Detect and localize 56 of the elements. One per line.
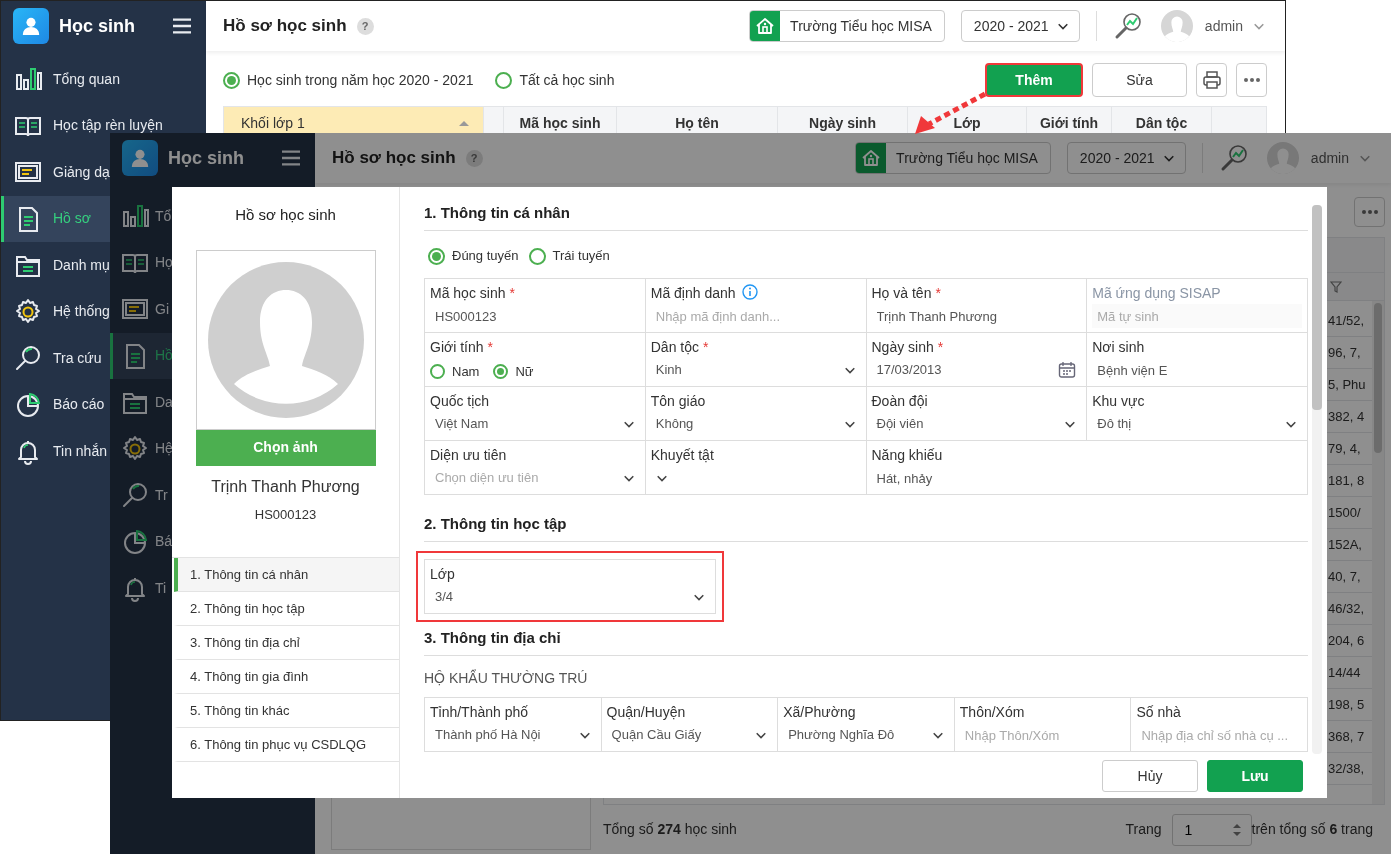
section-title: 3. Thông tin địa chỉ <box>424 628 1308 656</box>
app-title: Học sinh <box>168 146 244 170</box>
table-cell-text: 204, 6 <box>1328 631 1366 650</box>
student-name: Trịnh Thanh Phương <box>211 476 360 497</box>
field-label: Giới tính <box>430 339 484 355</box>
table-cell-text: 79, 4, <box>1328 439 1362 458</box>
field-label: Diện ưu tiên <box>430 447 507 463</box>
required-mark: * <box>487 339 493 355</box>
field-label: Đoàn đội <box>871 393 928 409</box>
field-label: Quốc tịch <box>430 393 490 409</box>
section-title: 2. Thông tin học tập <box>424 514 1308 542</box>
table-cell-text: 181, 8 <box>1328 471 1366 490</box>
field-label: Quận/Huyện <box>606 704 686 720</box>
page-title: Hồ sơ học sinh <box>223 15 347 37</box>
total-count-text: Tổng số 274 học sinh <box>603 820 737 839</box>
group-title: HỘ KHẨU THƯỜNG TRÚ <box>424 668 589 688</box>
field-label: Nơi sinh <box>1092 339 1145 355</box>
field-label: Khu vực <box>1092 393 1145 409</box>
table-cell-text: 198, 5 <box>1328 695 1366 714</box>
field-label: Tỉnh/Thành phố <box>430 704 529 720</box>
table-cell-text: 41/52, <box>1328 311 1366 330</box>
required-mark: * <box>937 339 944 355</box>
section-title: 1. Thông tin cá nhân <box>424 203 1308 231</box>
field-label: Năng khiếu <box>871 447 943 463</box>
field-label: Mã ứng dụng SISAP <box>1092 285 1221 301</box>
field-label: Họ và tên <box>871 285 932 301</box>
table-cell-text: 32/38, <box>1328 759 1366 778</box>
field-label: Khuyết tật <box>650 447 714 463</box>
app-title: Học sinh <box>59 14 135 38</box>
field-label: Ngày sinh <box>871 339 934 355</box>
table-cell-text: 382, 4 <box>1328 407 1366 426</box>
table-cell-text: 1500/ <box>1328 503 1362 522</box>
field-label: Lớp <box>430 566 455 582</box>
field-label: Số nhà <box>1136 704 1181 720</box>
page-total-text: trên tổng số 6 trang <box>1251 820 1373 839</box>
student-code: HS000123 <box>254 505 317 524</box>
field-label: Dân tộc <box>650 339 699 355</box>
field-label: Thôn/Xóm <box>959 704 1025 720</box>
field-label: Mã học sinh <box>430 285 506 301</box>
required-mark: * <box>703 339 709 355</box>
table-cell-text: 368, 7 <box>1328 727 1366 746</box>
page-label: Trang <box>1125 820 1162 839</box>
field-label: Mã định danh <box>650 285 736 301</box>
group-label: Khối lớp 1 <box>241 113 305 133</box>
required-mark: * <box>509 285 515 301</box>
table-cell-text: 14/44 <box>1328 663 1362 682</box>
required-mark: * <box>935 285 941 301</box>
page-title: Hồ sơ học sinh <box>332 147 456 169</box>
table-cell-text: 152A, <box>1328 535 1363 554</box>
table-cell-text: 46/32, <box>1328 599 1366 618</box>
table-cell-text: 40, 7, <box>1328 567 1362 586</box>
field-label: Xã/Phường <box>783 704 856 720</box>
table-cell-text: 96, 7, <box>1328 343 1362 362</box>
dialog-title: Hồ sơ học sinh <box>235 205 336 225</box>
field-label: Tôn giáo <box>650 393 706 409</box>
table-cell-text: 5, Phu <box>1328 375 1367 394</box>
